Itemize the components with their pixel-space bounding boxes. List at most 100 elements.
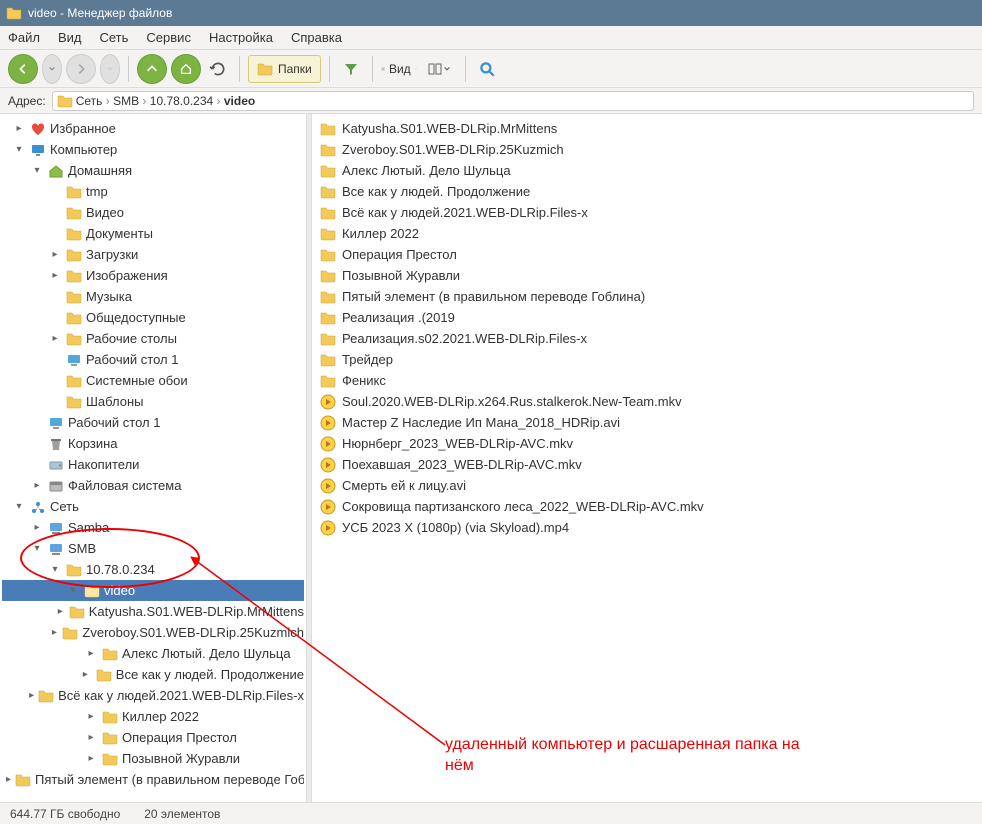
tree-item[interactable]: ▸Samba: [2, 517, 304, 538]
tree-expander[interactable]: ▸: [48, 249, 62, 260]
refresh-button[interactable]: [205, 56, 231, 82]
tree-expander[interactable]: ▸: [30, 522, 44, 533]
tree-expander[interactable]: ▾: [66, 585, 80, 596]
breadcrumb[interactable]: 10.78.0.234: [150, 94, 213, 108]
tree-item[interactable]: ▸Katyusha.S01.WEB-DLRip.MrMittens: [2, 601, 304, 622]
tree-expander[interactable]: ▸: [79, 669, 92, 680]
tree-item[interactable]: Шаблоны: [2, 391, 304, 412]
file-item[interactable]: Все как у людей. Продолжение: [314, 181, 980, 202]
folders-panel-button[interactable]: Папки: [248, 55, 321, 83]
tree-item[interactable]: Рабочий стол 1: [2, 349, 304, 370]
tree-item[interactable]: ▸Всё как у людей.2021.WEB-DLRip.Files-x: [2, 685, 304, 706]
file-item[interactable]: Всё как у людей.2021.WEB-DLRip.Files-x: [314, 202, 980, 223]
tree-item[interactable]: ▸Изображения: [2, 265, 304, 286]
tree-expander[interactable]: ▸: [84, 711, 98, 722]
tree-expander[interactable]: ▸: [56, 606, 65, 617]
tree-item[interactable]: ▾SMB: [2, 538, 304, 559]
tree-item[interactable]: ▾Домашняя: [2, 160, 304, 181]
sidebar-tree[interactable]: ▸Избранное▾Компьютер▾ДомашняяtmpВидеоДок…: [0, 114, 307, 802]
tree-expander[interactable]: ▸: [84, 753, 98, 764]
view-mode-button[interactable]: Вид: [381, 56, 417, 82]
nav-back-dropdown[interactable]: [42, 54, 62, 84]
breadcrumb[interactable]: Сеть: [76, 94, 103, 108]
file-item[interactable]: Смерть ей к лицу.avi: [314, 475, 980, 496]
file-item[interactable]: Операция Престол: [314, 244, 980, 265]
tree-item[interactable]: ▾video: [2, 580, 304, 601]
file-list[interactable]: Katyusha.S01.WEB-DLRip.MrMittens Zveroboy…: [312, 114, 982, 802]
tree-item[interactable]: ▾Сеть: [2, 496, 304, 517]
nav-forward-dropdown[interactable]: [100, 54, 120, 84]
tree-item[interactable]: tmp: [2, 181, 304, 202]
tree-expander[interactable]: ▾: [48, 564, 62, 575]
tree-expander[interactable]: ▸: [29, 690, 34, 701]
file-item[interactable]: УСБ 2023 X (1080p) (via Skyload).mp4: [314, 517, 980, 538]
tree-expander[interactable]: ▾: [30, 543, 44, 554]
tree-item[interactable]: Документы: [2, 223, 304, 244]
tree-expander[interactable]: ▾: [12, 144, 26, 155]
file-item[interactable]: Феникс: [314, 370, 980, 391]
file-name: Katyusha.S01.WEB-DLRip.MrMittens: [342, 121, 557, 136]
tree-item[interactable]: ▸Избранное: [2, 118, 304, 139]
tree-item[interactable]: ▸Позывной Журавли: [2, 748, 304, 769]
tree-expander[interactable]: ▸: [48, 333, 62, 344]
tree-item[interactable]: ▸Киллер 2022: [2, 706, 304, 727]
menu-item-справка[interactable]: Справка: [291, 30, 342, 45]
menu-item-настройка[interactable]: Настройка: [209, 30, 273, 45]
tree-item[interactable]: Рабочий стол 1: [2, 412, 304, 433]
file-item[interactable]: Трейдер: [314, 349, 980, 370]
tree-expander[interactable]: ▾: [12, 501, 26, 512]
separator: [128, 56, 129, 82]
file-item[interactable]: Soul.2020.WEB-DLRip.x264.Rus.stalkerok.N…: [314, 391, 980, 412]
tree-expander[interactable]: ▸: [50, 627, 58, 638]
address-field[interactable]: Сеть › SMB › 10.78.0.234 › video: [52, 91, 974, 111]
file-item[interactable]: Реализация.s02.2021.WEB-DLRip.Files-x: [314, 328, 980, 349]
tree-item[interactable]: Музыка: [2, 286, 304, 307]
file-item[interactable]: Реализация .(2019: [314, 307, 980, 328]
filter-button[interactable]: [338, 56, 364, 82]
tree-item[interactable]: ▾10.78.0.234: [2, 559, 304, 580]
tree-item[interactable]: Корзина: [2, 433, 304, 454]
nav-up-button[interactable]: [137, 54, 167, 84]
file-item[interactable]: Нюрнберг_2023_WEB-DLRip-AVC.mkv: [314, 433, 980, 454]
file-item[interactable]: Киллер 2022: [314, 223, 980, 244]
file-item[interactable]: Сокровища партизанского леса_2022_WEB-DL…: [314, 496, 980, 517]
tree-expander[interactable]: ▸: [6, 774, 11, 785]
file-item[interactable]: Мастер Z Наследие Ип Мана_2018_HDRip.avi: [314, 412, 980, 433]
file-item[interactable]: Zveroboy.S01.WEB-DLRip.25Kuzmich: [314, 139, 980, 160]
menu-item-сервис[interactable]: Сервис: [146, 30, 191, 45]
tree-item[interactable]: Видео: [2, 202, 304, 223]
tree-item[interactable]: ▸Все как у людей. Продолжение: [2, 664, 304, 685]
file-item[interactable]: Алекс Лютый. Дело Шульца: [314, 160, 980, 181]
tree-expander[interactable]: ▸: [30, 480, 44, 491]
breadcrumb[interactable]: SMB: [113, 94, 139, 108]
tree-expander[interactable]: ▾: [30, 165, 44, 176]
file-item[interactable]: Пятый элемент (в правильном переводе Гоб…: [314, 286, 980, 307]
menu-item-сеть[interactable]: Сеть: [100, 30, 129, 45]
tree-expander[interactable]: ▸: [48, 270, 62, 281]
tree-item[interactable]: ▸Операция Престол: [2, 727, 304, 748]
tree-item[interactable]: ▸Пятый элемент (в правильном переводе Го…: [2, 769, 304, 790]
tree-expander[interactable]: ▸: [12, 123, 26, 134]
menu-item-файл[interactable]: Файл: [8, 30, 40, 45]
tree-item[interactable]: ▾Компьютер: [2, 139, 304, 160]
nav-home-button[interactable]: [171, 54, 201, 84]
nav-forward-button[interactable]: [66, 54, 96, 84]
menu-item-вид[interactable]: Вид: [58, 30, 82, 45]
nav-back-button[interactable]: [8, 54, 38, 84]
file-item[interactable]: Позывной Журавли: [314, 265, 980, 286]
tree-item[interactable]: Накопители: [2, 454, 304, 475]
tree-item[interactable]: ▸Загрузки: [2, 244, 304, 265]
tree-item[interactable]: ▸Файловая система: [2, 475, 304, 496]
tree-item[interactable]: ▸Рабочие столы: [2, 328, 304, 349]
tree-item[interactable]: Системные обои: [2, 370, 304, 391]
tree-item[interactable]: ▸Zveroboy.S01.WEB-DLRip.25Kuzmich: [2, 622, 304, 643]
tree-expander[interactable]: ▸: [84, 732, 98, 743]
layout-button[interactable]: [421, 56, 457, 82]
tree-item[interactable]: Общедоступные: [2, 307, 304, 328]
search-button[interactable]: [474, 56, 500, 82]
tree-item[interactable]: ▸Алекс Лютый. Дело Шульца: [2, 643, 304, 664]
tree-expander[interactable]: ▸: [84, 648, 98, 659]
breadcrumb[interactable]: video: [224, 94, 255, 108]
file-item[interactable]: Katyusha.S01.WEB-DLRip.MrMittens: [314, 118, 980, 139]
file-item[interactable]: Поехавшая_2023_WEB-DLRip-AVC.mkv: [314, 454, 980, 475]
